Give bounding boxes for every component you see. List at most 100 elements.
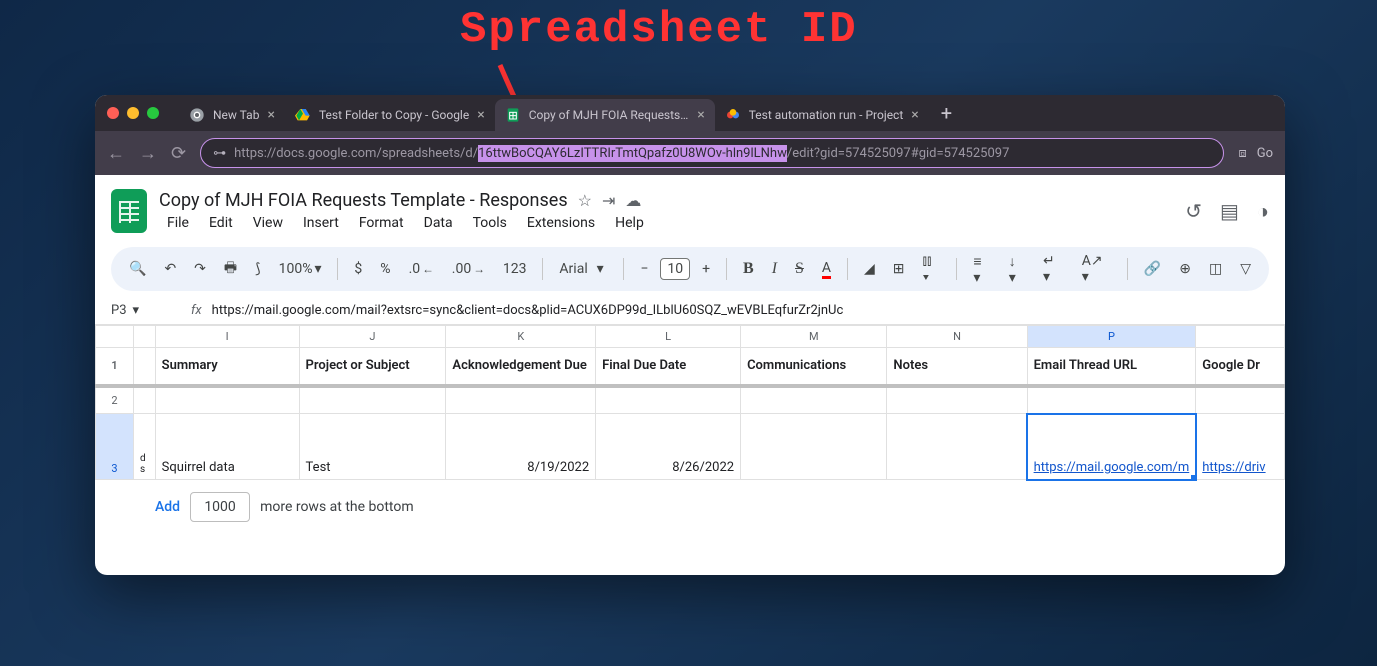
cloud-icon[interactable]: ☁ (625, 191, 641, 210)
menu-extensions[interactable]: Extensions (519, 213, 603, 233)
percent-button[interactable]: % (374, 257, 396, 281)
column-header-l[interactable]: L (596, 326, 741, 348)
bold-button[interactable]: B (737, 256, 760, 282)
formula-input[interactable]: https://mail.google.com/mail?extsrc=sync… (212, 303, 1269, 318)
cell[interactable] (596, 386, 741, 414)
cell-notes[interactable] (887, 414, 1027, 480)
close-tab-icon[interactable]: × (697, 107, 704, 123)
column-header-m[interactable]: M (741, 326, 887, 348)
header-cell[interactable]: Summary (155, 348, 299, 386)
comments-icon[interactable]: ▤ (1220, 199, 1239, 224)
more-formats-button[interactable]: 123 (497, 257, 533, 281)
decrease-font-button[interactable]: − (634, 257, 654, 281)
menu-view[interactable]: View (245, 213, 291, 233)
select-all-corner[interactable] (96, 326, 134, 348)
browser-tab-gcp[interactable]: Test automation run - Project × (715, 99, 929, 131)
add-rows-count-input[interactable]: 1000 (190, 492, 250, 522)
lens-icon[interactable]: ⧈ (1238, 146, 1246, 161)
menu-edit[interactable]: Edit (201, 213, 241, 233)
header-cell[interactable]: Notes (887, 348, 1027, 386)
menu-data[interactable]: Data (416, 213, 461, 233)
column-header-q[interactable] (1196, 326, 1285, 348)
close-tab-icon[interactable]: × (911, 107, 918, 123)
meet-icon[interactable]: ◑ (1257, 199, 1269, 224)
comment-button[interactable]: ⊕ (1173, 257, 1197, 281)
column-header-p[interactable]: P (1027, 326, 1196, 348)
column-header-k[interactable]: K (446, 326, 596, 348)
reload-button[interactable]: ⟳ (171, 143, 186, 164)
add-rows-button[interactable]: Add (155, 499, 180, 515)
currency-button[interactable]: $ (348, 257, 368, 281)
cell[interactable] (299, 386, 446, 414)
back-button[interactable]: ← (107, 143, 125, 164)
row-header-1[interactable]: 1 (96, 348, 134, 386)
borders-button[interactable]: ⊞ (887, 257, 911, 281)
row-header-3[interactable]: 3 (96, 414, 134, 480)
chart-button[interactable]: ◫ (1203, 257, 1228, 281)
fill-color-button[interactable]: ◢ (858, 257, 881, 281)
header-cell[interactable]: Final Due Date (596, 348, 741, 386)
menu-file[interactable]: File (159, 213, 197, 233)
menu-help[interactable]: Help (607, 213, 652, 233)
halign-button[interactable]: ≡ ▾ (967, 249, 996, 290)
cell[interactable] (134, 386, 156, 414)
close-tab-icon[interactable]: × (477, 107, 484, 123)
valign-button[interactable]: ↓ ▾ (1003, 249, 1031, 290)
header-cell[interactable]: Acknowledgement Due (446, 348, 596, 386)
italic-button[interactable]: I (766, 256, 783, 282)
minimize-window-button[interactable] (127, 107, 139, 119)
filter-button[interactable]: ▽ (1234, 257, 1257, 281)
new-tab-button[interactable]: + (929, 101, 964, 125)
cell[interactable] (741, 386, 887, 414)
text-color-button[interactable]: A (816, 256, 837, 283)
cell-project[interactable]: Test (299, 414, 446, 480)
history-icon[interactable]: ↺ (1185, 199, 1202, 224)
menu-tools[interactable]: Tools (465, 213, 515, 233)
cell[interactable] (446, 386, 596, 414)
merge-button[interactable]: ⫾⫾ ▾ (917, 249, 947, 289)
cell[interactable] (887, 386, 1027, 414)
redo-button[interactable]: ↷ (188, 257, 212, 281)
spreadsheet-grid[interactable]: I J K L M N P 1 Summary Project or Subje… (95, 325, 1285, 534)
cell-reference[interactable]: P3 ▾ (111, 303, 181, 318)
close-tab-icon[interactable]: × (267, 107, 274, 123)
browser-tab-newtab[interactable]: New Tab × (179, 99, 285, 131)
site-info-icon[interactable]: ⊶ (213, 146, 226, 161)
cell-drive-url[interactable]: https://driv (1196, 414, 1285, 480)
browser-tab-sheets[interactable]: Copy of MJH FOIA Requests T × (495, 99, 715, 131)
sheets-app-icon[interactable] (111, 189, 147, 233)
undo-button[interactable]: ↶ (158, 257, 182, 281)
header-cell[interactable]: Project or Subject (299, 348, 446, 386)
cell-summary[interactable]: Squirrel data (155, 414, 299, 480)
wrap-button[interactable]: ↵ ▾ (1037, 249, 1070, 289)
maximize-window-button[interactable] (147, 107, 159, 119)
cell-communications[interactable] (741, 414, 887, 480)
menu-insert[interactable]: Insert (295, 213, 347, 233)
font-select[interactable]: Arial ▾ (553, 257, 613, 281)
increase-decimal-button[interactable]: .00→ (446, 257, 491, 281)
star-icon[interactable]: ☆ (578, 191, 592, 210)
close-window-button[interactable] (107, 107, 119, 119)
row-header-2[interactable]: 2 (96, 386, 134, 414)
cell[interactable] (1196, 386, 1285, 414)
font-size-input[interactable]: 10 (660, 258, 690, 280)
search-menu-icon[interactable]: 🔍 (123, 257, 152, 281)
paint-format-button[interactable]: ⟆ (249, 257, 266, 281)
decrease-decimal-button[interactable]: .0← (403, 257, 440, 281)
link-button[interactable]: 🔗 (1138, 257, 1167, 281)
header-cell[interactable]: Google Dr (1196, 348, 1285, 386)
cell-ack-due[interactable]: 8/19/2022 (446, 414, 596, 480)
print-button[interactable]: 🖶 (218, 253, 243, 285)
move-icon[interactable]: ⇥ (602, 191, 615, 210)
url-input[interactable]: ⊶ https://docs.google.com/spreadsheets/d… (200, 138, 1224, 168)
increase-font-button[interactable]: + (696, 257, 716, 281)
forward-button[interactable]: → (139, 143, 157, 164)
header-cell[interactable]: Communications (741, 348, 887, 386)
cell-email-url-selected[interactable]: https://mail.google.com/m (1027, 414, 1196, 480)
frozen-stub-cell[interactable]: ds (134, 414, 156, 480)
column-header-i[interactable]: I (155, 326, 299, 348)
cell[interactable] (155, 386, 299, 414)
rotate-button[interactable]: A↗ ▾ (1076, 249, 1117, 289)
cell-final-due[interactable]: 8/26/2022 (596, 414, 741, 480)
strike-button[interactable]: S (789, 256, 810, 282)
